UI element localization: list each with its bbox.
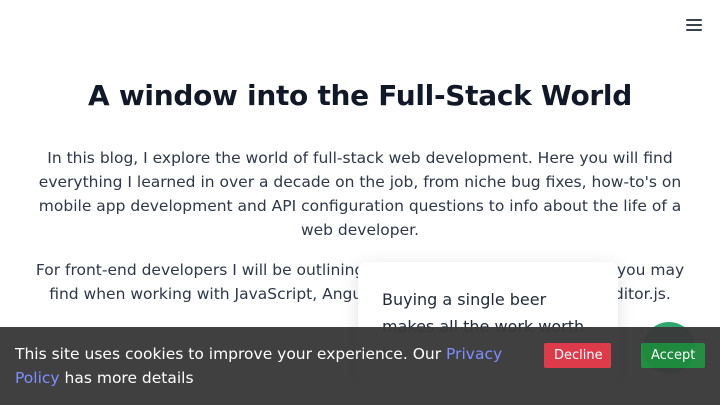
cookie-text-start: This site uses cookies to improve your e…: [15, 345, 447, 363]
intro-paragraph: In this blog, I explore the world of ful…: [38, 149, 682, 239]
hamburger-menu-icon[interactable]: [686, 19, 702, 31]
cookie-text-end: has more details: [59, 369, 194, 387]
cookie-banner: This site uses cookies to improve your e…: [0, 327, 720, 405]
cookie-message: This site uses cookies to improve your e…: [15, 342, 515, 390]
accept-button[interactable]: Accept: [641, 343, 705, 368]
decline-button[interactable]: Decline: [544, 343, 611, 368]
page-title: A window into the Full-Stack World: [88, 79, 632, 112]
